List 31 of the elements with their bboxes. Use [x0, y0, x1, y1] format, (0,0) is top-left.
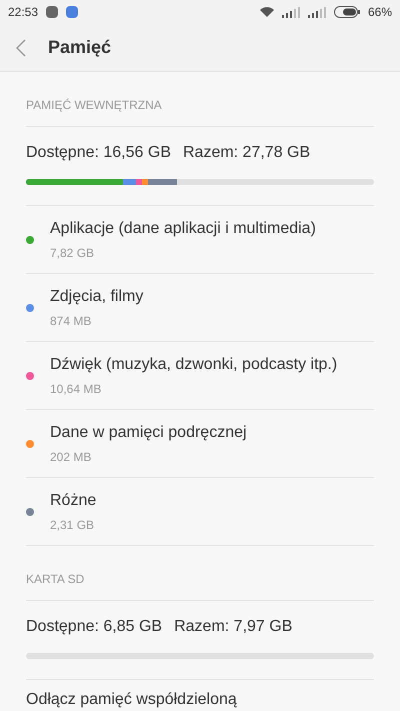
signal-icon [282, 6, 300, 18]
total-space: Razem: 7,97 GB [174, 617, 292, 637]
category-size: 202 MB [50, 449, 92, 466]
storage-category[interactable]: Różne 2,31 GB [26, 477, 374, 545]
category-name: Dźwięk (muzyka, dzwonki, podcasty itp.) [50, 355, 338, 375]
storage-category[interactable]: Aplikacje (dane aplikacji i multimedia) 7,82 GB [26, 205, 374, 273]
section-heading: PAMIĘĆ WEWNĘTRZNA [26, 98, 162, 112]
total-space: Razem: 27,78 GB [182, 143, 310, 163]
wifi-icon [260, 6, 274, 18]
storage-category[interactable]: Zdjęcia, filmy 874 MB [26, 273, 374, 341]
battery-level: 66% [368, 4, 392, 21]
section-heading: KARTA SD [26, 572, 84, 586]
category-size: 10,64 MB [50, 381, 102, 398]
notification-icon [66, 6, 78, 18]
storage-category[interactable]: Dźwięk (muzyka, dzwonki, podcasty itp.) 10,64 MB [26, 341, 374, 409]
signal-icon [308, 6, 326, 18]
available-space: Dostępne: 6,85 GB [26, 617, 162, 637]
category-size: 7,82 GB [50, 245, 96, 262]
action-item[interactable]: Odłącz pamięć współdzieloną [26, 690, 237, 710]
category-size: 2,31 GB [50, 517, 96, 534]
category-size: 874 MB [50, 313, 92, 330]
category-name: Dane w pamięci podręcznej [50, 423, 247, 443]
page-title: Pamięć [48, 36, 112, 59]
battery-icon [334, 6, 360, 18]
category-name: Różne [50, 491, 96, 511]
category-name: Aplikacje (dane aplikacji i multimedia) [50, 219, 316, 239]
available-space: Dostępne: 16,56 GB [26, 143, 171, 163]
clock: 22:53 [8, 4, 38, 21]
notification-icon [46, 6, 58, 18]
storage-category[interactable]: Dane w pamięci podręcznej 202 MB [26, 409, 374, 477]
category-name: Zdjęcia, filmy [50, 287, 144, 307]
